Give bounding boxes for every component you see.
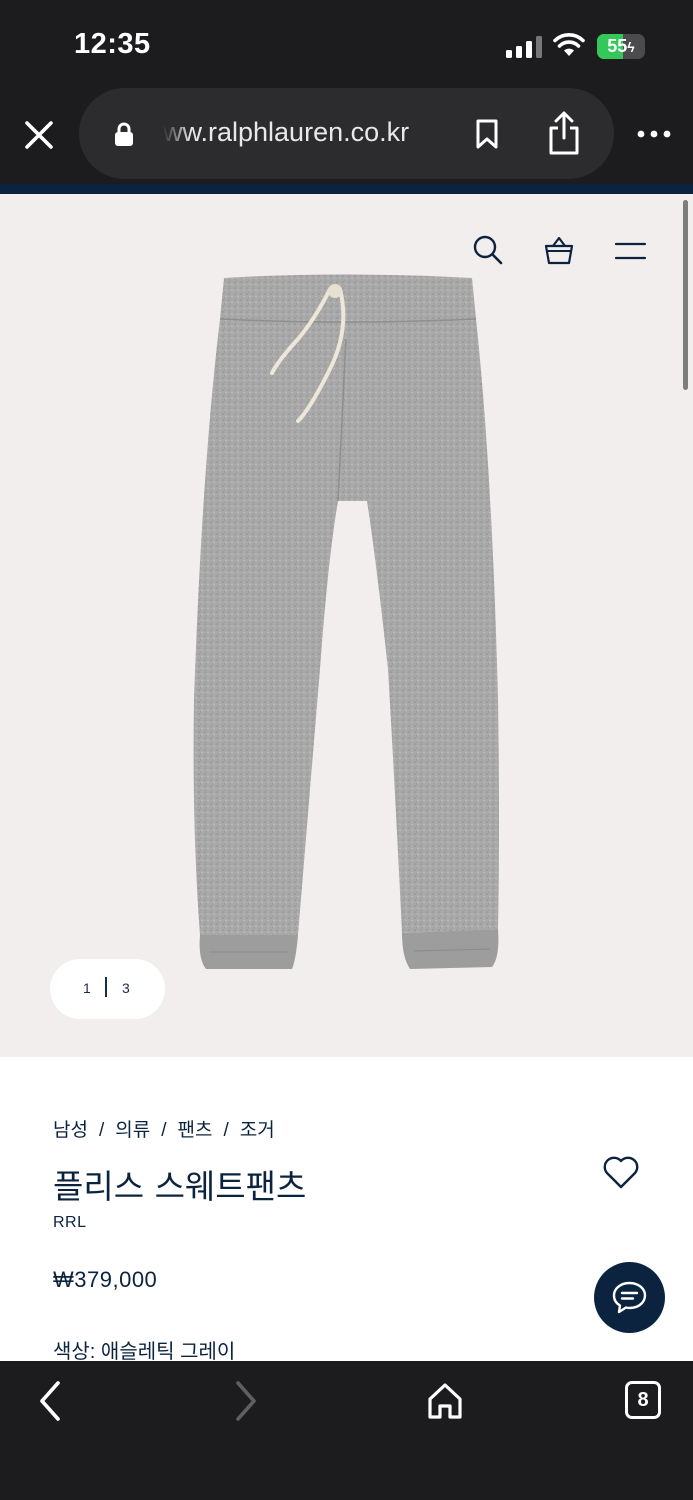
product-brand[interactable]: RRL xyxy=(53,1214,87,1232)
breadcrumb: 남성 / 의류 / 팬츠 / 조거 xyxy=(53,1115,275,1142)
charging-bolt-icon: ϟ xyxy=(627,39,635,55)
wifi-icon xyxy=(553,33,585,56)
browser-bottom-toolbar: 8 xyxy=(0,1361,693,1500)
breadcrumb-item[interactable]: 의류 xyxy=(115,1120,150,1141)
battery-level: 55 xyxy=(607,36,628,56)
browser-toolbar: ww.ralphlauren.co.kr xyxy=(0,88,693,184)
forward-icon[interactable] xyxy=(230,1379,262,1423)
close-icon[interactable] xyxy=(18,114,60,156)
url-fade xyxy=(163,110,191,156)
chat-button[interactable] xyxy=(594,1262,665,1333)
breadcrumb-separator: / xyxy=(161,1120,167,1141)
product-price: ₩379,000 xyxy=(53,1267,158,1292)
menu-icon[interactable] xyxy=(614,240,647,264)
product-gallery[interactable]: 1 3 xyxy=(0,194,693,1057)
gallery-pager: 1 3 xyxy=(50,959,165,1019)
pager-divider xyxy=(105,977,107,997)
lock-icon xyxy=(115,122,133,146)
breadcrumb-item[interactable]: 팬츠 xyxy=(178,1120,213,1141)
back-icon[interactable] xyxy=(34,1379,66,1423)
color-label: 색상: 애슬레틱 그레이 xyxy=(53,1341,236,1361)
web-page: 1 3 남성 / 의류 / 팬츠 / 조거 플리스 스웨트팬츠 RRL ₩379,000 색… xyxy=(0,194,693,1361)
more-icon[interactable] xyxy=(634,120,674,148)
breadcrumb-separator: / xyxy=(98,1120,105,1141)
pager-total: 3 xyxy=(122,980,130,996)
heart-icon[interactable] xyxy=(602,1154,640,1190)
battery-indicator: 55ϟ xyxy=(597,34,645,59)
url-text[interactable]: ww.ralphlauren.co.kr xyxy=(163,117,433,148)
status-time: 12:35 xyxy=(74,28,151,60)
bookmark-icon[interactable] xyxy=(475,118,499,150)
tabs-icon[interactable]: 8 xyxy=(625,1381,661,1419)
site-header-strip xyxy=(0,184,693,194)
share-icon[interactable] xyxy=(547,110,581,156)
shopping-bag-icon[interactable] xyxy=(543,234,575,266)
product-image xyxy=(193,274,499,969)
home-icon[interactable] xyxy=(426,1381,464,1421)
scrollbar[interactable] xyxy=(683,200,688,390)
chat-icon xyxy=(612,1281,647,1314)
cellular-signal-icon xyxy=(506,36,542,58)
breadcrumb-item[interactable]: 남성 xyxy=(53,1120,88,1141)
search-icon[interactable] xyxy=(472,234,504,266)
breadcrumb-item[interactable]: 조거 xyxy=(240,1120,275,1141)
product-title: 플리스 스웨트팬츠 xyxy=(53,1167,307,1206)
status-bar: 12:35 55ϟ xyxy=(0,0,693,88)
breadcrumb-separator: / xyxy=(223,1120,229,1141)
address-bar[interactable]: ww.ralphlauren.co.kr xyxy=(79,88,614,179)
pager-current: 1 xyxy=(83,980,91,996)
